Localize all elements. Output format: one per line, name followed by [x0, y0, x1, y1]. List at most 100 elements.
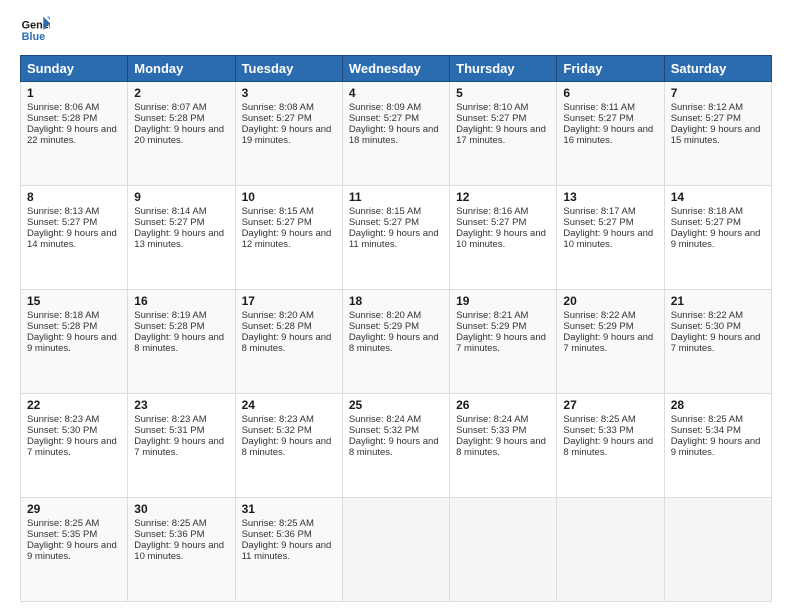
weekday-friday: Friday [557, 56, 664, 82]
day-number: 14 [671, 190, 765, 204]
weekday-wednesday: Wednesday [342, 56, 449, 82]
calendar-cell: 11 Sunrise: 8:15 AM Sunset: 5:27 PM Dayl… [342, 186, 449, 290]
daylight-label: Daylight: 9 hours and 10 minutes. [134, 540, 224, 562]
sunrise-label: Sunrise: 8:12 AM [671, 102, 743, 113]
calendar-cell: 2 Sunrise: 8:07 AM Sunset: 5:28 PM Dayli… [128, 82, 235, 186]
calendar-cell: 24 Sunrise: 8:23 AM Sunset: 5:32 PM Dayl… [235, 394, 342, 498]
day-number: 21 [671, 294, 765, 308]
sunrise-label: Sunrise: 8:07 AM [134, 102, 206, 113]
sunrise-label: Sunrise: 8:09 AM [349, 102, 421, 113]
sunset-label: Sunset: 5:29 PM [563, 321, 633, 332]
sunrise-label: Sunrise: 8:25 AM [27, 518, 99, 529]
sunset-label: Sunset: 5:30 PM [27, 425, 97, 436]
day-number: 4 [349, 86, 443, 100]
daylight-label: Daylight: 9 hours and 16 minutes. [563, 124, 653, 146]
calendar-cell: 18 Sunrise: 8:20 AM Sunset: 5:29 PM Dayl… [342, 290, 449, 394]
daylight-label: Daylight: 9 hours and 9 minutes. [27, 332, 117, 354]
sunrise-label: Sunrise: 8:25 AM [242, 518, 314, 529]
daylight-label: Daylight: 9 hours and 7 minutes. [134, 436, 224, 458]
daylight-label: Daylight: 9 hours and 7 minutes. [27, 436, 117, 458]
day-number: 8 [27, 190, 121, 204]
daylight-label: Daylight: 9 hours and 8 minutes. [563, 436, 653, 458]
daylight-label: Daylight: 9 hours and 11 minutes. [242, 540, 332, 562]
sunset-label: Sunset: 5:27 PM [563, 217, 633, 228]
calendar-cell: 30 Sunrise: 8:25 AM Sunset: 5:36 PM Dayl… [128, 498, 235, 602]
calendar-cell: 3 Sunrise: 8:08 AM Sunset: 5:27 PM Dayli… [235, 82, 342, 186]
day-number: 7 [671, 86, 765, 100]
sunset-label: Sunset: 5:29 PM [349, 321, 419, 332]
sunset-label: Sunset: 5:27 PM [242, 113, 312, 124]
sunrise-label: Sunrise: 8:21 AM [456, 310, 528, 321]
sunrise-label: Sunrise: 8:18 AM [671, 206, 743, 217]
sunrise-label: Sunrise: 8:25 AM [134, 518, 206, 529]
sunset-label: Sunset: 5:31 PM [134, 425, 204, 436]
calendar-cell: 27 Sunrise: 8:25 AM Sunset: 5:33 PM Dayl… [557, 394, 664, 498]
weekday-sunday: Sunday [21, 56, 128, 82]
calendar-cell: 25 Sunrise: 8:24 AM Sunset: 5:32 PM Dayl… [342, 394, 449, 498]
daylight-label: Daylight: 9 hours and 15 minutes. [671, 124, 761, 146]
day-number: 29 [27, 502, 121, 516]
sunrise-label: Sunrise: 8:14 AM [134, 206, 206, 217]
sunset-label: Sunset: 5:27 PM [563, 113, 633, 124]
svg-text:Blue: Blue [22, 31, 45, 43]
day-number: 31 [242, 502, 336, 516]
daylight-label: Daylight: 9 hours and 17 minutes. [456, 124, 546, 146]
day-number: 3 [242, 86, 336, 100]
sunrise-label: Sunrise: 8:20 AM [349, 310, 421, 321]
sunset-label: Sunset: 5:36 PM [242, 529, 312, 540]
day-number: 11 [349, 190, 443, 204]
sunrise-label: Sunrise: 8:20 AM [242, 310, 314, 321]
sunset-label: Sunset: 5:27 PM [671, 217, 741, 228]
week-row-2: 8 Sunrise: 8:13 AM Sunset: 5:27 PM Dayli… [21, 186, 772, 290]
sunrise-label: Sunrise: 8:16 AM [456, 206, 528, 217]
calendar-cell [557, 498, 664, 602]
daylight-label: Daylight: 9 hours and 10 minutes. [563, 228, 653, 250]
sunrise-label: Sunrise: 8:13 AM [27, 206, 99, 217]
calendar-cell: 9 Sunrise: 8:14 AM Sunset: 5:27 PM Dayli… [128, 186, 235, 290]
daylight-label: Daylight: 9 hours and 18 minutes. [349, 124, 439, 146]
sunset-label: Sunset: 5:27 PM [456, 113, 526, 124]
daylight-label: Daylight: 9 hours and 9 minutes. [27, 540, 117, 562]
calendar-cell: 19 Sunrise: 8:21 AM Sunset: 5:29 PM Dayl… [450, 290, 557, 394]
daylight-label: Daylight: 9 hours and 13 minutes. [134, 228, 224, 250]
calendar-cell: 29 Sunrise: 8:25 AM Sunset: 5:35 PM Dayl… [21, 498, 128, 602]
day-number: 27 [563, 398, 657, 412]
daylight-label: Daylight: 9 hours and 19 minutes. [242, 124, 332, 146]
sunset-label: Sunset: 5:27 PM [456, 217, 526, 228]
calendar-cell [342, 498, 449, 602]
sunrise-label: Sunrise: 8:08 AM [242, 102, 314, 113]
header: General Blue [20, 15, 772, 45]
daylight-label: Daylight: 9 hours and 7 minutes. [671, 332, 761, 354]
day-number: 30 [134, 502, 228, 516]
week-row-1: 1 Sunrise: 8:06 AM Sunset: 5:28 PM Dayli… [21, 82, 772, 186]
sunrise-label: Sunrise: 8:24 AM [349, 414, 421, 425]
daylight-label: Daylight: 9 hours and 8 minutes. [349, 332, 439, 354]
day-number: 12 [456, 190, 550, 204]
weekday-monday: Monday [128, 56, 235, 82]
sunrise-label: Sunrise: 8:18 AM [27, 310, 99, 321]
sunrise-label: Sunrise: 8:11 AM [563, 102, 635, 113]
daylight-label: Daylight: 9 hours and 12 minutes. [242, 228, 332, 250]
calendar-cell: 23 Sunrise: 8:23 AM Sunset: 5:31 PM Dayl… [128, 394, 235, 498]
calendar-cell [450, 498, 557, 602]
calendar-cell: 15 Sunrise: 8:18 AM Sunset: 5:28 PM Dayl… [21, 290, 128, 394]
sunrise-label: Sunrise: 8:23 AM [134, 414, 206, 425]
daylight-label: Daylight: 9 hours and 14 minutes. [27, 228, 117, 250]
sunset-label: Sunset: 5:30 PM [671, 321, 741, 332]
weekday-header-row: SundayMondayTuesdayWednesdayThursdayFrid… [21, 56, 772, 82]
day-number: 22 [27, 398, 121, 412]
sunrise-label: Sunrise: 8:17 AM [563, 206, 635, 217]
calendar-cell: 5 Sunrise: 8:10 AM Sunset: 5:27 PM Dayli… [450, 82, 557, 186]
sunrise-label: Sunrise: 8:15 AM [242, 206, 314, 217]
sunrise-label: Sunrise: 8:22 AM [563, 310, 635, 321]
calendar-cell: 14 Sunrise: 8:18 AM Sunset: 5:27 PM Dayl… [664, 186, 771, 290]
calendar-cell: 10 Sunrise: 8:15 AM Sunset: 5:27 PM Dayl… [235, 186, 342, 290]
weekday-thursday: Thursday [450, 56, 557, 82]
week-row-4: 22 Sunrise: 8:23 AM Sunset: 5:30 PM Dayl… [21, 394, 772, 498]
day-number: 6 [563, 86, 657, 100]
day-number: 15 [27, 294, 121, 308]
daylight-label: Daylight: 9 hours and 8 minutes. [349, 436, 439, 458]
calendar-table: SundayMondayTuesdayWednesdayThursdayFrid… [20, 55, 772, 602]
daylight-label: Daylight: 9 hours and 10 minutes. [456, 228, 546, 250]
sunset-label: Sunset: 5:32 PM [242, 425, 312, 436]
